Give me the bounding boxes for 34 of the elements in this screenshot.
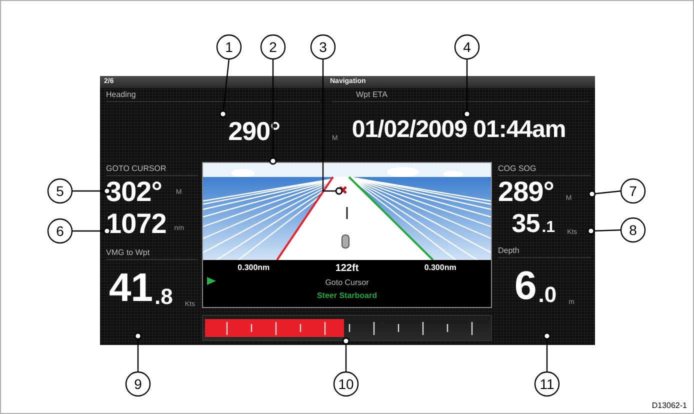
reading-value: 35 xyxy=(512,210,540,236)
heading-value: 290° xyxy=(228,118,280,144)
callout-number: 3 xyxy=(310,34,336,60)
callout-number: 5 xyxy=(47,178,73,204)
callout-number: 10 xyxy=(333,371,359,397)
mode-label: Goto Cursor xyxy=(325,278,369,289)
reading-value: 41 xyxy=(109,268,152,308)
wpt-eta-value: 01/02/2009 01:44am xyxy=(352,118,566,142)
reading-value: 6 xyxy=(514,266,536,306)
reading-decimal: .0 xyxy=(538,284,557,306)
figure-id: D13062-1 xyxy=(652,401,687,410)
vmg-label: VMG to Wpt xyxy=(106,248,198,260)
callout-number: 9 xyxy=(125,371,151,397)
callout-number: 11 xyxy=(534,371,560,397)
cog-value: 289° xyxy=(498,178,554,206)
callout-number: 8 xyxy=(620,217,646,243)
distance-reading: 0.300nm xyxy=(424,263,456,274)
goto-cursor-label: GOTO CURSOR xyxy=(106,164,198,176)
distance-reading: 122ft xyxy=(335,263,359,276)
depth-label: Depth xyxy=(498,246,591,258)
callout-number: 6 xyxy=(47,218,73,244)
distance-reading: 0.300nm xyxy=(238,263,270,274)
callout-number: 1 xyxy=(216,34,242,60)
reading-decimal: .8 xyxy=(154,286,173,308)
distance-value: 1072 xyxy=(106,210,166,238)
callout-number: 2 xyxy=(260,34,286,60)
wpt-eta-label: Wpt ETA xyxy=(332,90,589,102)
heading-label: Heading xyxy=(106,90,320,102)
callout-number: 4 xyxy=(454,34,480,60)
bearing-value: 302° xyxy=(106,178,162,206)
cog-sog-label: COG SOG xyxy=(498,164,591,176)
callout-number: 7 xyxy=(620,178,646,204)
reading-decimal: .1 xyxy=(542,220,556,236)
steer-instruction: Steer Starboard xyxy=(316,291,377,302)
